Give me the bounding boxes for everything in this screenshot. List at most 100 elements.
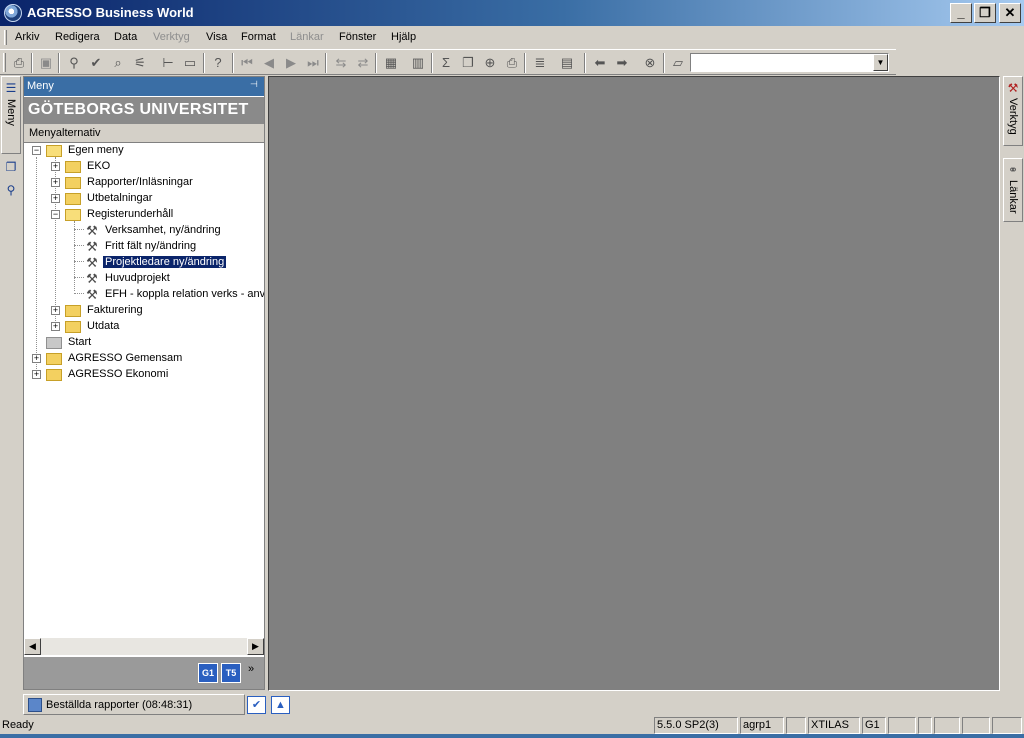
layers-icon[interactable]: ≣ <box>530 53 550 73</box>
expand-icon[interactable]: + <box>51 162 60 171</box>
tree-node-egen-meny[interactable]: − Egen meny <box>24 143 264 159</box>
chevron-down-icon[interactable]: ▼ <box>873 54 888 71</box>
checkbox-icon[interactable]: ✔ <box>247 696 266 714</box>
tree-node-efh[interactable]: ⚒ EFH - koppla relation verks - anv <box>24 287 264 303</box>
tree-node-registerunderhall[interactable]: − Registerunderhåll <box>24 207 264 223</box>
table-icon[interactable]: ▦ <box>381 53 401 73</box>
menu-format[interactable]: Format <box>241 31 276 43</box>
tree-node-eko[interactable]: + EKO <box>24 159 264 175</box>
tab-verktyg[interactable]: ⚒ Verktyg <box>1003 76 1023 146</box>
menu-hjalp[interactable]: Hjälp <box>391 31 416 43</box>
folder-icon <box>65 161 81 173</box>
collapse-icon[interactable]: − <box>51 210 60 219</box>
print-icon[interactable]: ⎙ <box>9 53 29 73</box>
search-icon[interactable]: ⚲ <box>3 182 19 198</box>
tree-node-rapporter[interactable]: + Rapporter/Inläsningar <box>24 175 264 191</box>
delete-row-icon[interactable]: ▭ <box>180 53 200 73</box>
right-tab-bar: ⚒ Verktyg ⚭ Länkar <box>1002 76 1024 690</box>
menu-bar: Arkiv Redigera Data Verktyg Visa Format … <box>0 27 1024 48</box>
search-icon[interactable]: ⌕ <box>108 53 128 73</box>
tab-meny[interactable]: ☰ Meny <box>1 76 21 154</box>
stop-icon[interactable]: ⊗ <box>640 53 660 73</box>
horizontal-scrollbar[interactable]: ◀ ▶ <box>24 638 264 655</box>
import-icon[interactable]: ⇄ <box>353 53 373 73</box>
pin-icon[interactable]: ⊣ <box>250 79 258 90</box>
toolbar-separator <box>325 53 327 73</box>
scroll-left-icon[interactable]: ◀ <box>24 638 41 655</box>
print-preview-icon[interactable]: ⎙ <box>502 53 522 73</box>
tree-node-verksamhet[interactable]: ⚒ Verksamhet, ny/ändring <box>24 223 264 239</box>
menu-verktyg[interactable]: Verktyg <box>153 31 190 43</box>
close-button[interactable]: ✕ <box>999 3 1021 23</box>
expand-icon[interactable]: + <box>51 194 60 203</box>
status-version: 5.5.0 SP2(3) <box>654 717 738 734</box>
menu-options-header: Menyalternativ <box>24 124 264 143</box>
find-icon[interactable]: ⚲ <box>64 53 84 73</box>
app-logo-icon <box>4 4 22 22</box>
folder-icon <box>65 321 81 333</box>
chart-icon[interactable]: ▥ <box>408 53 428 73</box>
tree-node-utbetalningar[interactable]: + Utbetalningar <box>24 191 264 207</box>
back-icon[interactable]: ⬅ <box>590 53 610 73</box>
tools-icon: ⚒ <box>86 239 98 254</box>
expand-icon[interactable]: + <box>51 178 60 187</box>
eject-icon[interactable]: ▲ <box>271 696 290 714</box>
tree-node-projektledare[interactable]: ⚒ Projektledare ny/ändring <box>24 255 264 271</box>
save-icon[interactable]: ▣ <box>36 53 56 73</box>
list-icon: ☰ <box>5 81 17 95</box>
menu-fonster[interactable]: Fönster <box>339 31 376 43</box>
menu-data[interactable]: Data <box>114 31 137 43</box>
last-icon[interactable]: ⏭ <box>303 53 323 73</box>
tree-node-label: Huvudprojekt <box>105 272 170 284</box>
menu-redigera[interactable]: Redigera <box>55 31 100 43</box>
tree-node-agresso-gemensam[interactable]: + AGRESSO Gemensam <box>24 351 264 367</box>
restore-button[interactable]: ❐ <box>974 3 996 23</box>
documents-icon[interactable]: ❐ <box>3 159 19 175</box>
overflow-chevron-icon[interactable]: » <box>248 663 254 675</box>
tools-icon: ⚒ <box>86 255 98 270</box>
t5-button[interactable]: T5 <box>221 663 241 683</box>
tree-node-agresso-ekonomi[interactable]: + AGRESSO Ekonomi <box>24 367 264 383</box>
menu-arkiv[interactable]: Arkiv <box>15 31 39 43</box>
tree-node-label: AGRESSO Ekonomi <box>68 368 169 380</box>
panel-caption-label: Meny <box>27 80 54 92</box>
forward-icon[interactable]: ➡ <box>612 53 632 73</box>
scroll-right-icon[interactable]: ▶ <box>247 638 264 655</box>
expand-icon[interactable]: + <box>51 322 60 331</box>
tree-node-utdata[interactable]: + Utdata <box>24 319 264 335</box>
clipboard-icon[interactable]: ▤ <box>557 53 577 73</box>
collapse-icon[interactable]: − <box>32 146 41 155</box>
help-icon[interactable]: ? <box>208 53 228 73</box>
copy-icon[interactable]: ❐ <box>458 53 478 73</box>
export-icon[interactable]: ⇆ <box>331 53 351 73</box>
expand-icon[interactable]: + <box>32 354 41 363</box>
toolbar-grip <box>3 53 6 72</box>
menu-visa[interactable]: Visa <box>206 31 227 43</box>
window-title: AGRESSO Business World <box>27 5 194 20</box>
tree-node-fakturering[interactable]: + Fakturering <box>24 303 264 319</box>
toolbar-separator <box>584 53 586 73</box>
tab-lankar[interactable]: ⚭ Länkar <box>1003 158 1023 222</box>
first-icon[interactable]: ⏮ <box>237 53 257 73</box>
zoom-icon[interactable]: ⊕ <box>480 53 500 73</box>
status-client: G1 <box>862 717 886 734</box>
check-icon[interactable]: ✔ <box>86 53 106 73</box>
minimize-button[interactable]: _ <box>950 3 972 23</box>
previous-icon[interactable]: ◀ <box>259 53 279 73</box>
menubar-grip <box>4 30 7 45</box>
open-icon[interactable]: ▱ <box>668 53 688 73</box>
tree-node-start[interactable]: Start <box>24 335 264 351</box>
next-icon[interactable]: ▶ <box>281 53 301 73</box>
toolbar-combo[interactable]: ▼ <box>690 53 889 72</box>
sum-icon[interactable]: Σ <box>436 53 456 73</box>
menu-lankar[interactable]: Länkar <box>290 31 324 43</box>
filter-icon[interactable]: ⚟ <box>130 53 150 73</box>
task-bestallda-rapporter[interactable]: Beställda rapporter (08:48:31) <box>23 694 245 715</box>
insert-row-icon[interactable]: ⊢ <box>158 53 178 73</box>
tree-node-fritt-falt[interactable]: ⚒ Fritt fält ny/ändring <box>24 239 264 255</box>
expand-icon[interactable]: + <box>32 370 41 379</box>
g1-button[interactable]: G1 <box>198 663 218 683</box>
tree-node-huvudprojekt[interactable]: ⚒ Huvudprojekt <box>24 271 264 287</box>
tree-node-label: Registerunderhåll <box>87 208 174 220</box>
expand-icon[interactable]: + <box>51 306 60 315</box>
